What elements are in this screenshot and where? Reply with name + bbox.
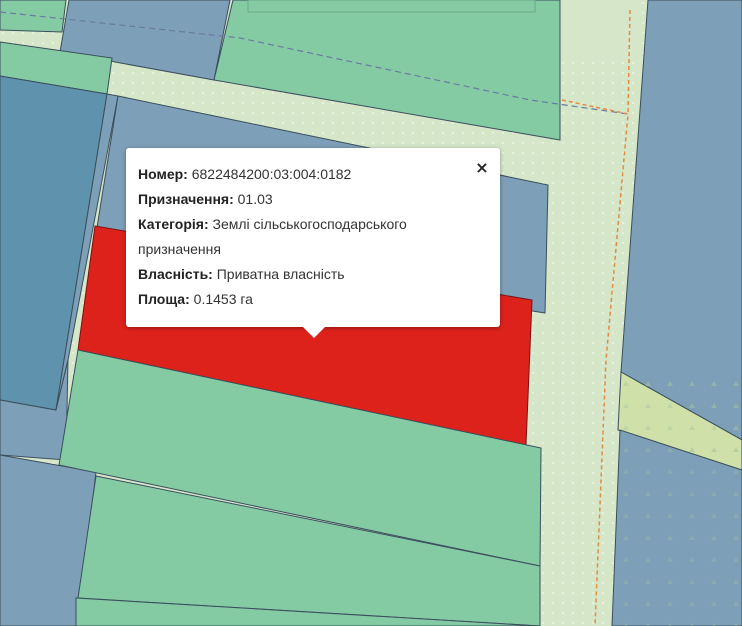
field-category: Категорія: Землі сільськогосподарського … <box>138 212 488 262</box>
field-label: Призначення: <box>138 191 234 207</box>
field-value: Приватна власність <box>216 266 345 282</box>
field-label: Номер: <box>138 166 188 182</box>
popup-tip <box>302 326 326 338</box>
field-value: 01.03 <box>237 191 273 207</box>
parcel-top-right[interactable] <box>562 0 640 60</box>
field-area: Площа: 0.1453 га <box>138 287 488 312</box>
parcel-info-popup: × Номер: 6822484200:03:004:0182 Призначе… <box>126 148 500 338</box>
field-ownership: Власність: Приватна власність <box>138 262 488 287</box>
field-number: Номер: 6822484200:03:004:0182 <box>138 162 488 187</box>
field-label: Власність: <box>138 266 213 282</box>
field-value: 0.1453 га <box>193 291 253 307</box>
field-value: 6822484200:03:004:0182 <box>191 166 352 182</box>
field-label: Категорія: <box>138 216 209 232</box>
field-label: Площа: <box>138 291 190 307</box>
field-purpose: Призначення: 01.03 <box>138 187 488 212</box>
close-icon[interactable]: × <box>474 160 490 176</box>
parcel-right-bottom-pattern <box>612 430 742 626</box>
